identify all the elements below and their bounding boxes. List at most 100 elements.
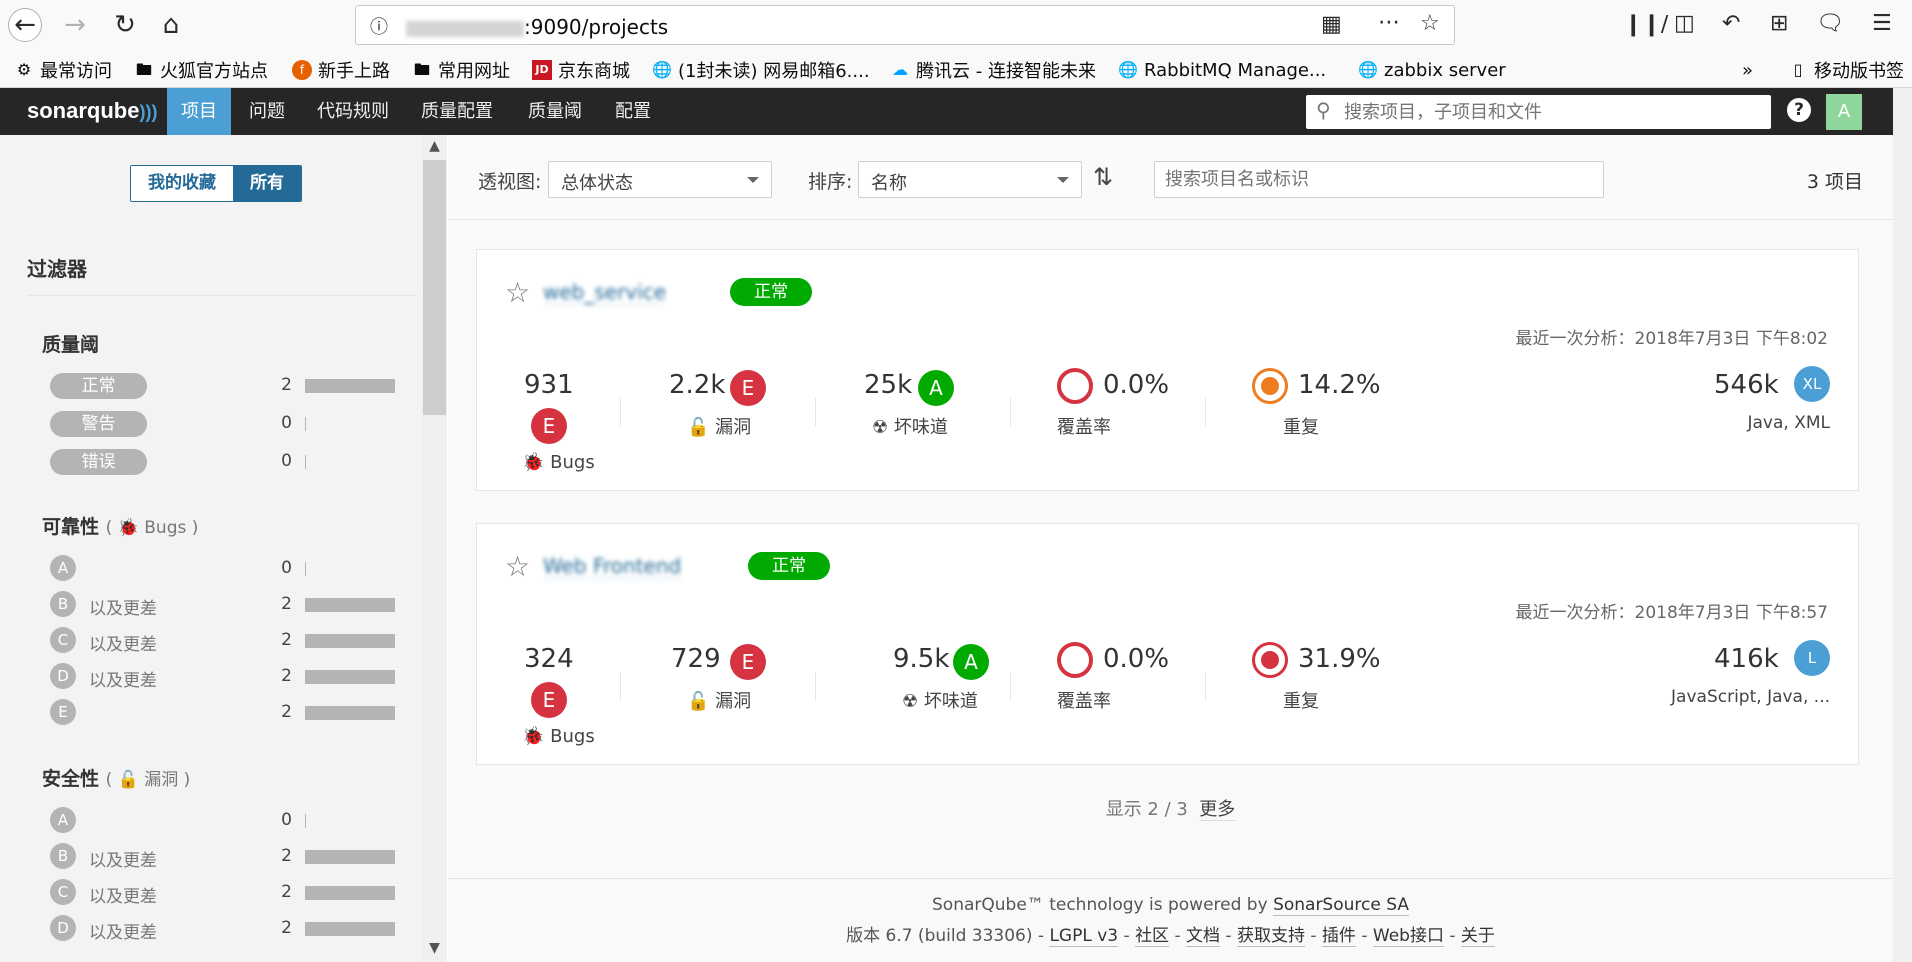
bookmark-label: (1封未读) 网易邮箱6.... (678, 61, 870, 82)
bookmark-item[interactable]: 🖿 常用网址 (412, 58, 510, 82)
scroll-up-icon[interactable]: ▲ (422, 138, 447, 160)
facet-option-warn[interactable]: 警告 (50, 411, 147, 437)
footer-link-docs[interactable]: 文档 (1186, 926, 1221, 947)
nav-quality-profiles[interactable]: 质量配置 (407, 88, 507, 135)
facet-bar (305, 379, 395, 393)
nav-issues[interactable]: 问题 (235, 88, 299, 135)
footer-link-support[interactable]: 获取支持 (1236, 926, 1305, 947)
view-select[interactable]: 总体状态 (548, 161, 772, 198)
vulnerabilities-value[interactable]: 729 (671, 644, 721, 674)
facet-count: 0 (281, 413, 292, 433)
bookmarks-overflow-button[interactable]: » (1742, 58, 1753, 82)
more-actions-icon[interactable]: ⋯ (1378, 10, 1400, 35)
quality-gate-facet-title: 质量阈 (42, 334, 100, 356)
nav-projects[interactable]: 项目 (167, 88, 231, 135)
rating-option-d[interactable]: D (50, 915, 76, 941)
forward-button[interactable]: → (58, 8, 92, 42)
favorite-star-icon[interactable]: ☆ (505, 550, 530, 583)
footer-link-about[interactable]: 关于 (1460, 926, 1495, 947)
show-more-link[interactable]: 更多 (1199, 799, 1236, 821)
rating-option-d[interactable]: D (50, 663, 76, 689)
page-scrollbar[interactable] (1893, 88, 1912, 962)
rating-option-b[interactable]: B (50, 843, 76, 869)
home-button[interactable]: ⌂ (154, 8, 188, 42)
rating-option-a[interactable]: A (50, 555, 76, 581)
coverage-value[interactable]: 0.0% (1103, 370, 1169, 400)
info-icon[interactable]: ⓘ (370, 13, 388, 39)
coverage-value[interactable]: 0.0% (1103, 644, 1169, 674)
footer-link-community[interactable]: 社区 (1135, 926, 1170, 947)
view-label: 透视图: (478, 171, 542, 193)
bug-icon: 🐞 (522, 452, 545, 473)
bookmark-star-icon[interactable]: ☆ (1420, 11, 1440, 36)
duplications-value[interactable]: 31.9% (1298, 644, 1381, 674)
bookmark-item[interactable]: f 新手上路 (292, 58, 390, 82)
nav-quality-gates[interactable]: 质量阈 (514, 88, 596, 135)
lines-of-code-value[interactable]: 416k (1714, 644, 1779, 674)
divider (1010, 672, 1011, 700)
sort-select[interactable]: 名称 (858, 161, 1082, 198)
footer-link-web-api[interactable]: Web接口 (1372, 926, 1444, 947)
avatar[interactable]: A (1826, 94, 1862, 130)
sort-direction-icon[interactable]: ⇅ (1093, 163, 1113, 191)
bookmark-item[interactable]: 🌐 RabbitMQ Manage... (1118, 58, 1326, 82)
rating-option-e[interactable]: E (50, 699, 76, 725)
bugs-value[interactable]: 324 (524, 644, 574, 674)
bookmark-item[interactable]: 🌐 zabbix server (1358, 58, 1506, 82)
browser-toolbar: ← → ↻ ⌂ ⓘ :9090/projects ▦ ⋯ ☆ ❙❙∕ ◫ ↶ ⊞… (0, 0, 1912, 52)
qr-code-icon[interactable]: ▦ (1321, 12, 1342, 37)
rating-option-c[interactable]: C (50, 627, 76, 653)
project-name-link[interactable]: web_service (543, 280, 666, 305)
project-name-link[interactable]: Web Frontend (543, 554, 682, 579)
sidebar-scroll-thumb[interactable] (423, 160, 446, 415)
vulnerabilities-value[interactable]: 2.2k (669, 370, 725, 400)
coverage-donut-icon (1057, 642, 1093, 678)
bookmark-item[interactable]: 🖿 火狐官方站点 (134, 58, 268, 82)
facet-option-ok[interactable]: 正常 (50, 373, 147, 399)
sonarqube-logo[interactable]: sonarqube))) (27, 98, 157, 124)
bugs-value[interactable]: 931 (524, 370, 574, 400)
nav-administration[interactable]: 配置 (601, 88, 665, 135)
bookmark-item[interactable]: 🌐 (1封未读) 网易邮箱6.... (652, 58, 870, 82)
duplications-value[interactable]: 14.2% (1298, 370, 1381, 400)
sonarsource-link[interactable]: SonarSource SA (1273, 895, 1409, 916)
mobile-bookmarks[interactable]: ▯ 移动版书签 (1788, 58, 1904, 82)
global-search-input[interactable] (1344, 95, 1764, 129)
bookmark-item[interactable]: JD 京东商城 (532, 58, 630, 82)
url-text[interactable]: :9090/projects (406, 15, 668, 39)
vulnerabilities-label-text: 漏洞 (715, 417, 752, 438)
rating-option-c[interactable]: C (50, 879, 76, 905)
bookmark-item[interactable]: ☁ 腾讯云 - 连接智能未来 (890, 58, 1096, 82)
help-icon[interactable]: ? (1787, 98, 1811, 122)
chat-icon[interactable]: 🗨 (1816, 11, 1844, 36)
rating-option-b[interactable]: B (50, 591, 76, 617)
bookmark-item[interactable]: ⚙ 最常访问 (14, 58, 112, 82)
facet-option-error[interactable]: 错误 (50, 449, 147, 475)
rating-option-a[interactable]: A (50, 807, 76, 833)
sidebar-icon[interactable]: ◫ (1674, 11, 1695, 36)
undo-icon[interactable]: ↶ (1722, 11, 1740, 36)
facet-count: 2 (281, 702, 292, 722)
url-bar[interactable]: ⓘ :9090/projects ▦ ⋯ ☆ (355, 5, 1455, 45)
vulnerabilities-label: 🔓 漏洞 (687, 413, 751, 439)
project-search-input[interactable] (1154, 161, 1604, 198)
nav-rules[interactable]: 代码规则 (303, 88, 403, 135)
lines-of-code-value[interactable]: 546k (1714, 370, 1779, 400)
divider (815, 672, 816, 700)
footer-link-license[interactable]: LGPL v3 (1049, 926, 1119, 947)
scroll-down-icon[interactable]: ▼ (422, 940, 447, 962)
my-favorites-button[interactable]: 我的收藏 (131, 166, 233, 201)
all-projects-button[interactable]: 所有 (233, 166, 301, 201)
code-smells-value[interactable]: 9.5k (893, 644, 949, 674)
crop-icon[interactable]: ⊞ (1770, 11, 1788, 36)
gear-icon: ⚙ (16, 60, 32, 79)
divider (1010, 398, 1011, 426)
favorite-star-icon[interactable]: ☆ (505, 276, 530, 309)
reload-button[interactable]: ↻ (108, 8, 142, 42)
global-search[interactable]: ⚲ (1306, 95, 1771, 129)
library-icon[interactable]: ❙❙∕ (1624, 12, 1668, 37)
code-smells-value[interactable]: 25k (864, 370, 912, 400)
footer-link-plugins[interactable]: 插件 (1321, 926, 1356, 947)
menu-icon[interactable]: ☰ (1872, 11, 1892, 36)
back-button[interactable]: ← (8, 8, 42, 42)
